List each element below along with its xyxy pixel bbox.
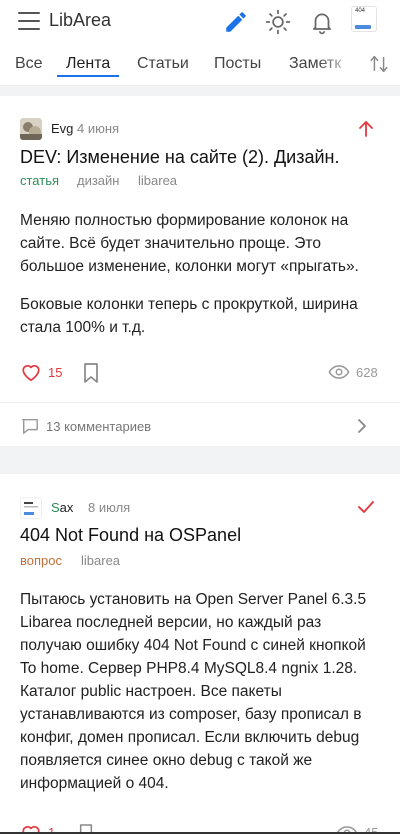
post-body[interactable]: Пытаюсь установить на Open Server Panel …: [20, 588, 385, 810]
post-title[interactable]: DEV: Изменение на сайте (2). Дизайн.: [20, 147, 339, 168]
check-icon[interactable]: [356, 497, 376, 517]
top-header: LibArea 404: [0, 0, 400, 44]
tab-feed[interactable]: Лента: [66, 55, 110, 73]
tab-posts[interactable]: Посты: [214, 55, 261, 73]
post-tag[interactable]: дизайн: [77, 173, 119, 188]
author-name[interactable]: Sax: [51, 500, 73, 515]
author-name-initial: S: [51, 500, 60, 515]
bell-icon[interactable]: [309, 9, 335, 35]
profile-badge-bar: [355, 25, 371, 29]
tabs-fade: [318, 44, 358, 85]
app-logo[interactable]: LibArea: [49, 10, 111, 31]
like-count: 15: [48, 365, 63, 380]
post-title[interactable]: 404 Not Found на OSPanel: [20, 525, 241, 546]
post-body[interactable]: Меняю полностью формирование колонок на …: [20, 209, 385, 354]
author-name-rest: ax: [59, 500, 74, 515]
tab-all[interactable]: Все: [15, 55, 43, 73]
author-avatar[interactable]: [20, 497, 42, 519]
post-tag[interactable]: libarea: [138, 173, 177, 188]
post-tag[interactable]: статья: [20, 173, 59, 188]
active-tab-indicator: [57, 75, 119, 77]
post-card: Sax 8 июля 404 Not Found на OSPanel вопр…: [0, 474, 400, 834]
bookmark-icon[interactable]: [82, 362, 100, 384]
post-paragraph: Пытаюсь установить на Open Server Panel …: [20, 591, 367, 792]
view-count: 628: [356, 365, 378, 380]
comments-link[interactable]: 13 комментариев: [46, 419, 151, 434]
feed-tabs: Все Лента Статьи Посты Заметк: [0, 44, 400, 86]
eye-icon: [328, 365, 350, 379]
profile-avatar[interactable]: 404: [351, 6, 377, 32]
arrow-up-icon[interactable]: [356, 119, 376, 139]
tab-articles[interactable]: Статьи: [137, 55, 189, 73]
sun-icon[interactable]: [265, 9, 291, 35]
comment-icon[interactable]: [21, 417, 39, 435]
divider: [0, 402, 400, 403]
pencil-icon[interactable]: [223, 9, 249, 35]
post-tag[interactable]: libarea: [81, 553, 120, 568]
post-tag[interactable]: вопрос: [20, 553, 62, 568]
author-name[interactable]: Evg: [51, 121, 73, 136]
post-date: 4 июня: [77, 121, 120, 136]
author-avatar[interactable]: [20, 118, 42, 140]
sort-icon[interactable]: [368, 53, 390, 75]
menu-icon[interactable]: [18, 12, 40, 30]
post-paragraph: Меняю полностью формирование колонок на …: [20, 212, 359, 275]
heart-icon[interactable]: [20, 362, 42, 382]
post-card: Evg 4 июня DEV: Изменение на сайте (2). …: [0, 96, 400, 446]
chevron-right-icon[interactable]: [356, 418, 368, 434]
profile-badge-text: 404: [355, 8, 366, 14]
post-date: 8 июля: [88, 500, 131, 515]
post-paragraph: Боковые колонки теперь с прокруткой, шир…: [20, 296, 358, 336]
